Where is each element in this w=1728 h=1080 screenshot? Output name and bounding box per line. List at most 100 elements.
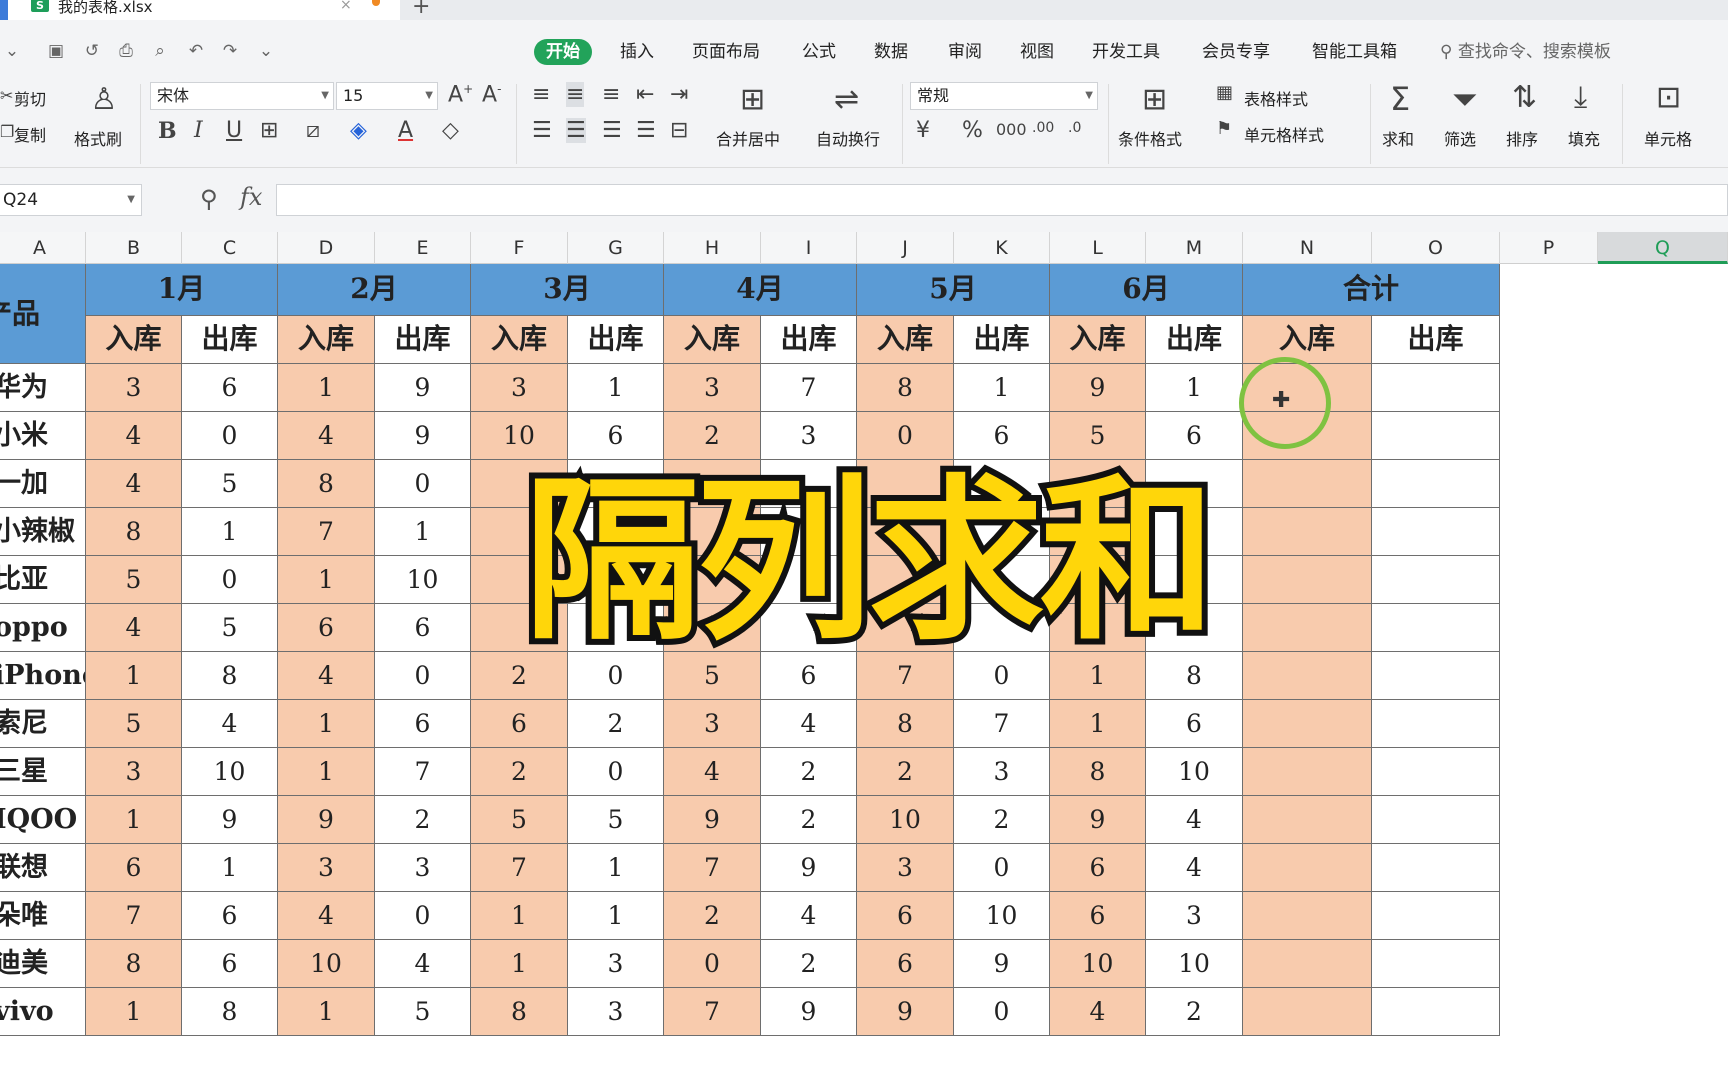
conditional-format-icon[interactable]: ⊞ (1142, 82, 1167, 117)
data-cell[interactable]: 1 (182, 844, 278, 892)
total-cell[interactable] (1243, 508, 1372, 556)
data-cell[interactable]: 8 (86, 508, 182, 556)
month-header[interactable]: 1月 (86, 264, 278, 316)
data-cell[interactable]: 6 (375, 700, 471, 748)
data-cell[interactable]: 3 (278, 844, 375, 892)
cell-fill-pattern-icon[interactable]: ⧄ (306, 118, 320, 143)
print-preview-icon[interactable]: ⌕ (148, 40, 172, 62)
product-header[interactable]: 产品 (0, 264, 86, 364)
data-cell[interactable]: 9 (182, 796, 278, 844)
align-left-icon[interactable]: ☰ (532, 118, 552, 143)
eraser-icon[interactable]: ◇ (442, 118, 459, 143)
data-cell[interactable]: 4 (182, 700, 278, 748)
data-cell[interactable]: 1 (1146, 364, 1243, 412)
cut-button[interactable]: 剪切 (14, 86, 46, 110)
total-cell[interactable] (1372, 844, 1500, 892)
data-cell[interactable]: 7 (471, 844, 568, 892)
data-cell[interactable]: 6 (471, 700, 568, 748)
total-cell[interactable] (1372, 508, 1500, 556)
data-cell[interactable]: 7 (86, 892, 182, 940)
data-cell[interactable]: 0 (954, 988, 1050, 1036)
data-cell[interactable]: 0 (182, 412, 278, 460)
thousands-icon[interactable]: 000 (996, 120, 1027, 139)
data-cell[interactable]: 1 (278, 364, 375, 412)
increase-indent-icon[interactable]: ⇥ (670, 82, 688, 107)
wrap-text-icon[interactable]: ⇌ (834, 82, 859, 117)
column-header-k[interactable]: K (954, 232, 1050, 264)
product-name-cell[interactable]: 小辣椒 (0, 508, 86, 556)
tab-member[interactable]: 会员专享 (1202, 39, 1270, 65)
data-cell[interactable]: 4 (761, 892, 857, 940)
product-name-cell[interactable]: 联想 (0, 844, 86, 892)
sum-icon[interactable]: Σ (1390, 80, 1410, 118)
data-cell[interactable]: 6 (857, 892, 954, 940)
product-name-cell[interactable]: IQOO (0, 796, 86, 844)
format-painter-icon[interactable]: ♙ (84, 82, 124, 117)
total-header[interactable]: 合计 (1243, 264, 1500, 316)
format-painter-button[interactable]: 格式刷 (74, 126, 122, 150)
chevron-down-icon[interactable]: ⌄ (0, 40, 24, 62)
data-cell[interactable]: 1 (86, 652, 182, 700)
total-cell[interactable] (1243, 940, 1372, 988)
product-name-cell[interactable]: 一加 (0, 460, 86, 508)
column-header-a[interactable]: A (0, 232, 86, 264)
out-header[interactable]: 出库 (761, 316, 857, 364)
data-cell[interactable]: 8 (857, 700, 954, 748)
out-header[interactable]: 出库 (375, 316, 471, 364)
data-cell[interactable]: 6 (182, 940, 278, 988)
data-cell[interactable]: 5 (182, 460, 278, 508)
data-cell[interactable]: 4 (1146, 844, 1243, 892)
total-cell[interactable] (1372, 652, 1500, 700)
total-cell[interactable] (1372, 892, 1500, 940)
formula-input[interactable] (276, 184, 1728, 216)
data-cell[interactable]: 1 (568, 892, 664, 940)
cell-button[interactable]: 单元格 (1644, 126, 1692, 150)
data-cell[interactable]: 10 (857, 796, 954, 844)
data-cell[interactable]: 3 (86, 364, 182, 412)
total-cell[interactable] (1372, 748, 1500, 796)
data-cell[interactable]: 0 (568, 748, 664, 796)
data-cell[interactable]: 5 (182, 604, 278, 652)
month-header[interactable]: 4月 (664, 264, 857, 316)
increase-decimal-icon[interactable]: .00 (1032, 120, 1054, 136)
font-name-select[interactable]: 宋体 ▼ (150, 82, 334, 110)
data-cell[interactable]: 1 (568, 844, 664, 892)
column-header-f[interactable]: F (471, 232, 568, 264)
data-cell[interactable]: 8 (471, 988, 568, 1036)
align-right-icon[interactable]: ☰ (602, 118, 622, 143)
cell-style-icon[interactable]: ⚑ (1216, 118, 1232, 139)
month-header[interactable]: 5月 (857, 264, 1050, 316)
data-cell[interactable]: 5 (568, 796, 664, 844)
tab-data[interactable]: 数据 (874, 39, 908, 65)
wrap-text-button[interactable]: 自动换行 (816, 126, 880, 150)
conditional-format-button[interactable]: 条件格式 (1118, 126, 1182, 150)
total-cell[interactable] (1243, 796, 1372, 844)
data-cell[interactable]: 2 (664, 892, 761, 940)
data-cell[interactable]: 1 (375, 508, 471, 556)
product-name-cell[interactable]: iPhone (0, 652, 86, 700)
bold-button[interactable]: B (158, 118, 177, 144)
data-cell[interactable]: 8 (182, 988, 278, 1036)
merge-center-icon[interactable]: ⊞ (740, 82, 765, 117)
total-cell[interactable] (1372, 988, 1500, 1036)
percent-icon[interactable]: % (962, 118, 983, 143)
total-cell[interactable] (1243, 604, 1372, 652)
data-cell[interactable]: 7 (375, 748, 471, 796)
data-cell[interactable]: 3 (857, 844, 954, 892)
data-cell[interactable]: 2 (761, 940, 857, 988)
data-cell[interactable]: 3 (568, 940, 664, 988)
data-cell[interactable]: 1 (471, 892, 568, 940)
data-cell[interactable]: 3 (664, 364, 761, 412)
sum-button[interactable]: 求和 (1382, 126, 1414, 150)
data-cell[interactable]: 2 (1146, 988, 1243, 1036)
fill-icon[interactable]: ⤓ (1574, 80, 1587, 115)
data-cell[interactable]: 0 (375, 460, 471, 508)
data-cell[interactable]: 1 (182, 508, 278, 556)
data-cell[interactable]: 5 (86, 556, 182, 604)
data-cell[interactable]: 9 (375, 364, 471, 412)
function-icon[interactable]: fx (240, 183, 262, 211)
save-icon[interactable]: ▣ (44, 40, 68, 62)
data-cell[interactable]: 6 (182, 892, 278, 940)
total-cell[interactable] (1372, 940, 1500, 988)
copy-button[interactable]: 复制 (14, 122, 46, 146)
